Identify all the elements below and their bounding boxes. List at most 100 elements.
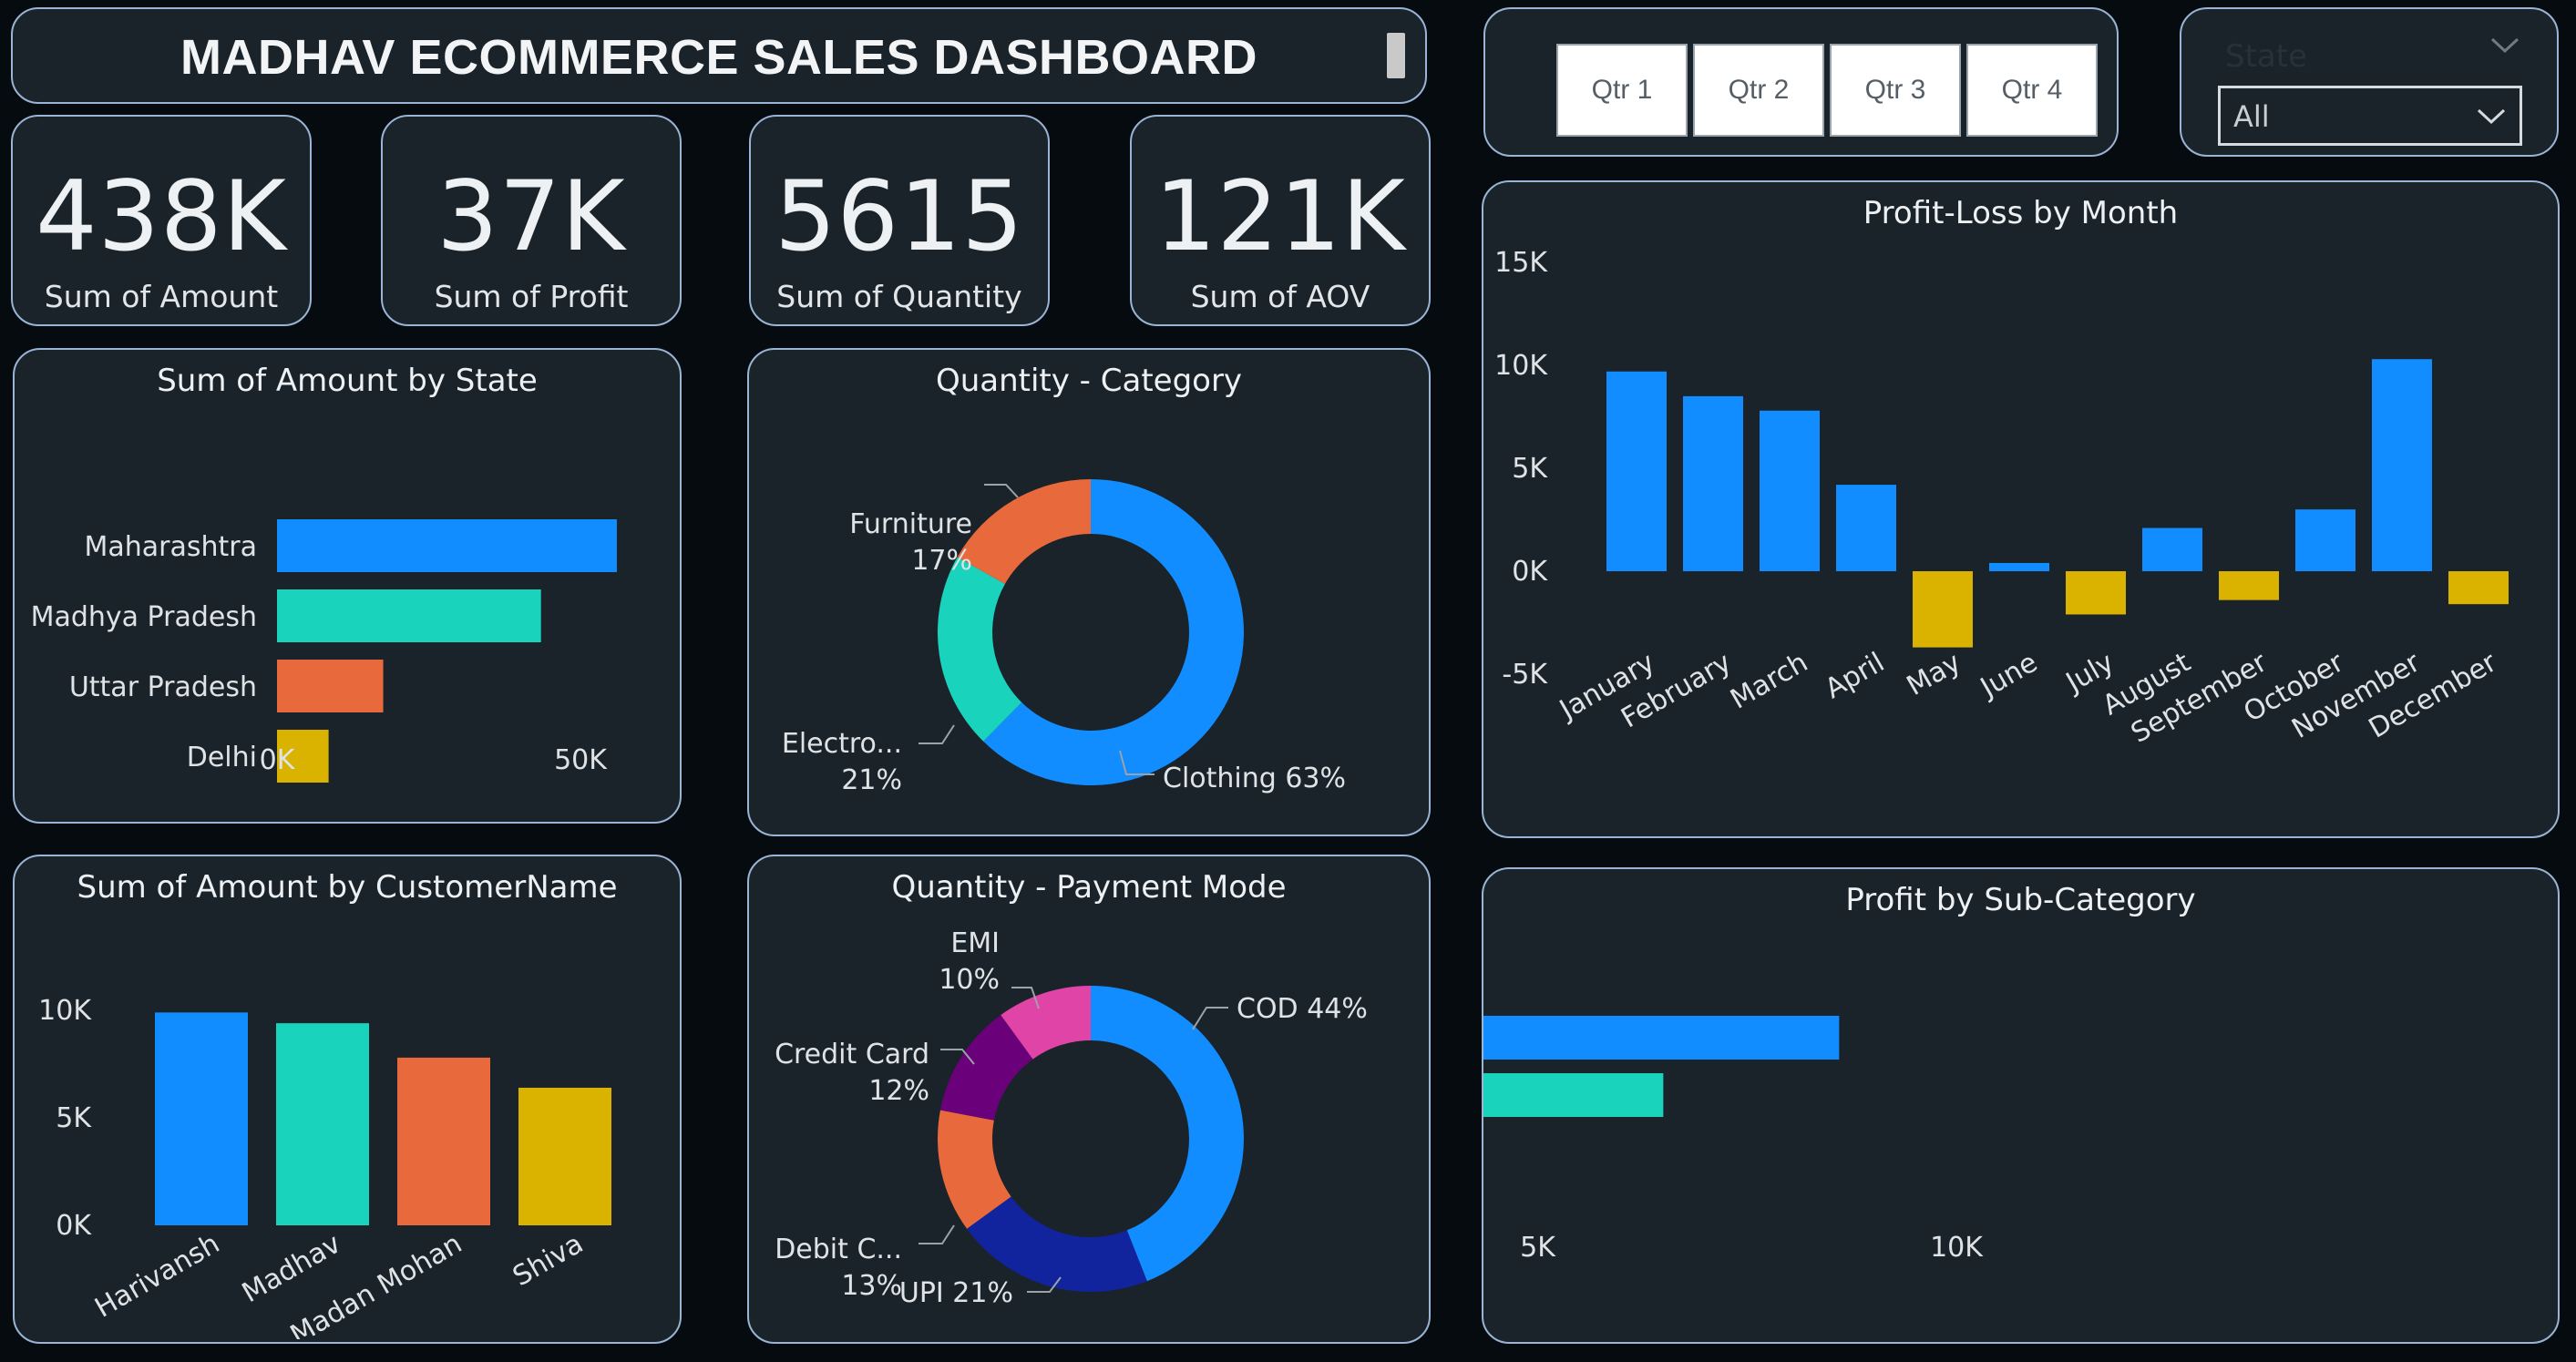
bar xyxy=(155,1012,248,1225)
x-category-label: May xyxy=(1902,647,1966,702)
qtr-1-button[interactable]: Qtr 1 xyxy=(1556,44,1688,137)
kpi-label: Sum of AOV xyxy=(1190,279,1370,314)
state-slicer: State All xyxy=(2180,7,2559,157)
page-title: MADHAV ECOMMERCE SALES DASHBOARD xyxy=(180,30,1258,85)
chart-title: Sum of Amount by CustomerName xyxy=(77,869,618,906)
chart-quantity-payment-mode: Quantity - Payment Mode COD 44% UPI 21% De… xyxy=(747,855,1431,1344)
chart-title: Quantity - Category xyxy=(935,363,1243,399)
kpi-card-quantity: 5615 Sum of Quantity xyxy=(749,115,1050,326)
slice-name-label: EMI xyxy=(950,927,1000,959)
bar xyxy=(276,1023,369,1225)
slice-value-label: UPI 21% xyxy=(899,1277,1013,1309)
y-tick-label: 5K xyxy=(56,1102,92,1134)
title-card: MADHAV ECOMMERCE SALES DASHBOARD xyxy=(11,7,1427,104)
chart-amount-by-customer: Sum of Amount by CustomerName 0K 5K 10K Har… xyxy=(13,855,682,1344)
bar xyxy=(1989,562,2049,571)
slice-name-label: Electro... xyxy=(782,728,902,760)
y-tick-label: 10K xyxy=(38,995,92,1027)
x-tick-label: 0K xyxy=(260,744,296,776)
slice-value-label: 10% xyxy=(939,964,1000,996)
donut-slice xyxy=(957,479,1091,584)
x-tick-label: 50K xyxy=(554,744,608,776)
slice-name-label: Credit Card xyxy=(775,1039,929,1070)
x-category-label: June xyxy=(1974,647,2043,705)
donut-slice xyxy=(938,557,1022,742)
profit-by-subcategory-plot: PrintersBookcasesSareeAccessoriesTables0… xyxy=(1483,1016,1984,1264)
kpi-label: Sum of Quantity xyxy=(776,279,1022,314)
slice-value-label: 13% xyxy=(841,1270,902,1302)
bar xyxy=(397,1057,490,1225)
bar xyxy=(1483,1073,1664,1117)
bar xyxy=(2219,571,2279,600)
y-tick-label: 10K xyxy=(1494,350,1548,382)
bar xyxy=(2448,571,2509,605)
kpi-label: Sum of Amount xyxy=(44,279,279,314)
y-tick-label: 5K xyxy=(1512,453,1548,485)
kpi-card-amount: 438K Sum of Amount xyxy=(11,115,312,326)
bar xyxy=(2295,509,2355,571)
state-dropdown-value: All xyxy=(2233,99,2270,134)
chevron-down-icon xyxy=(2477,108,2506,125)
profit-loss-plot: -5K0K5K10K15KJanuaryFebruaryMarch April Ma… xyxy=(1494,247,2509,750)
leader-line xyxy=(1192,1007,1228,1030)
qtr-2-button[interactable]: Qtr 2 xyxy=(1693,44,1824,137)
chart-title: Profit-Loss by Month xyxy=(1863,195,2179,231)
bar xyxy=(1913,571,1973,648)
bar xyxy=(1836,485,1896,571)
chart-profit-by-subcategory: Profit by Sub-Category PrintersBookcases… xyxy=(1482,867,2560,1344)
category-label: Uttar Pradesh xyxy=(69,671,257,703)
kpi-value: 438K xyxy=(36,160,287,272)
chart-amount-by-state: Sum of Amount by State Maharashtra Madhya… xyxy=(13,348,682,824)
bar xyxy=(518,1087,611,1225)
chart-title: Profit by Sub-Category xyxy=(1845,882,2196,918)
chart-profit-loss-by-month: Profit-Loss by Month -5K 0K 5K 10K 15K Januar… xyxy=(1482,180,2560,838)
amount-by-customer-plot: 0K5K10KHarivansh MadhavMadan Mohan Shiva xyxy=(38,995,611,1339)
quarter-slicer: Qtr 1 Qtr 2 Qtr 3 Qtr 4 xyxy=(1483,7,2119,157)
slice-name-label: Furniture xyxy=(849,508,972,540)
state-slicer-label: State xyxy=(2225,38,2307,75)
slice-name-label: Debit C... xyxy=(775,1234,902,1265)
x-tick-label: 10K xyxy=(1930,1232,1984,1264)
leader-line xyxy=(984,484,1019,498)
qtr-3-button[interactable]: Qtr 3 xyxy=(1830,44,1961,137)
quantity-payment-donut: COD 44% UPI 21% Debit C... 13% Credit Card 12… xyxy=(775,927,1368,1309)
bar xyxy=(1683,395,1743,571)
y-tick-label: 15K xyxy=(1494,247,1548,279)
y-tick-label: 0K xyxy=(1512,556,1548,588)
bar xyxy=(1760,410,1820,571)
category-label: Madhya Pradesh xyxy=(31,601,257,633)
scroll-handle[interactable] xyxy=(1387,33,1405,78)
chart-quantity-category: Quantity - Category Clothing 63% Electro.… xyxy=(747,348,1431,836)
y-tick-label: 0K xyxy=(56,1210,92,1242)
bar xyxy=(277,660,384,712)
quantity-category-donut: Clothing 63% Electro... 21% Furniture 17% xyxy=(782,479,1346,796)
leader-line xyxy=(919,1224,955,1244)
kpi-value: 121K xyxy=(1155,160,1406,272)
chevron-down-icon[interactable] xyxy=(2489,36,2520,55)
slice-value-label: 17% xyxy=(911,545,972,577)
kpi-card-profit: 37K Sum of Profit xyxy=(381,115,682,326)
bar xyxy=(277,589,541,642)
x-category-label: Shiva xyxy=(508,1228,589,1294)
bar xyxy=(1606,371,1667,571)
x-category-label: Harivansh xyxy=(89,1228,225,1325)
chart-title: Sum of Amount by State xyxy=(157,363,538,399)
slice-value-label: 12% xyxy=(868,1075,929,1107)
bar xyxy=(2372,359,2432,571)
state-dropdown[interactable]: All xyxy=(2218,86,2522,146)
x-category-label: March xyxy=(1725,647,1813,716)
bar xyxy=(1483,1016,1840,1060)
slice-value-label: COD 44% xyxy=(1237,993,1368,1025)
kpi-card-aov: 121K Sum of AOV xyxy=(1130,115,1431,326)
bar xyxy=(2066,571,2126,615)
chart-title: Quantity - Payment Mode xyxy=(891,869,1287,906)
kpi-value: 5615 xyxy=(775,160,1024,272)
y-tick-label: -5K xyxy=(1502,659,1548,691)
leader-line xyxy=(919,724,955,744)
x-tick-label: 5K xyxy=(1520,1232,1556,1264)
category-label: Maharashtra xyxy=(84,531,257,563)
slice-value-label: 21% xyxy=(841,764,902,796)
bar xyxy=(277,519,617,572)
qtr-4-button[interactable]: Qtr 4 xyxy=(1966,44,2098,137)
category-label: Delhi xyxy=(187,742,257,773)
